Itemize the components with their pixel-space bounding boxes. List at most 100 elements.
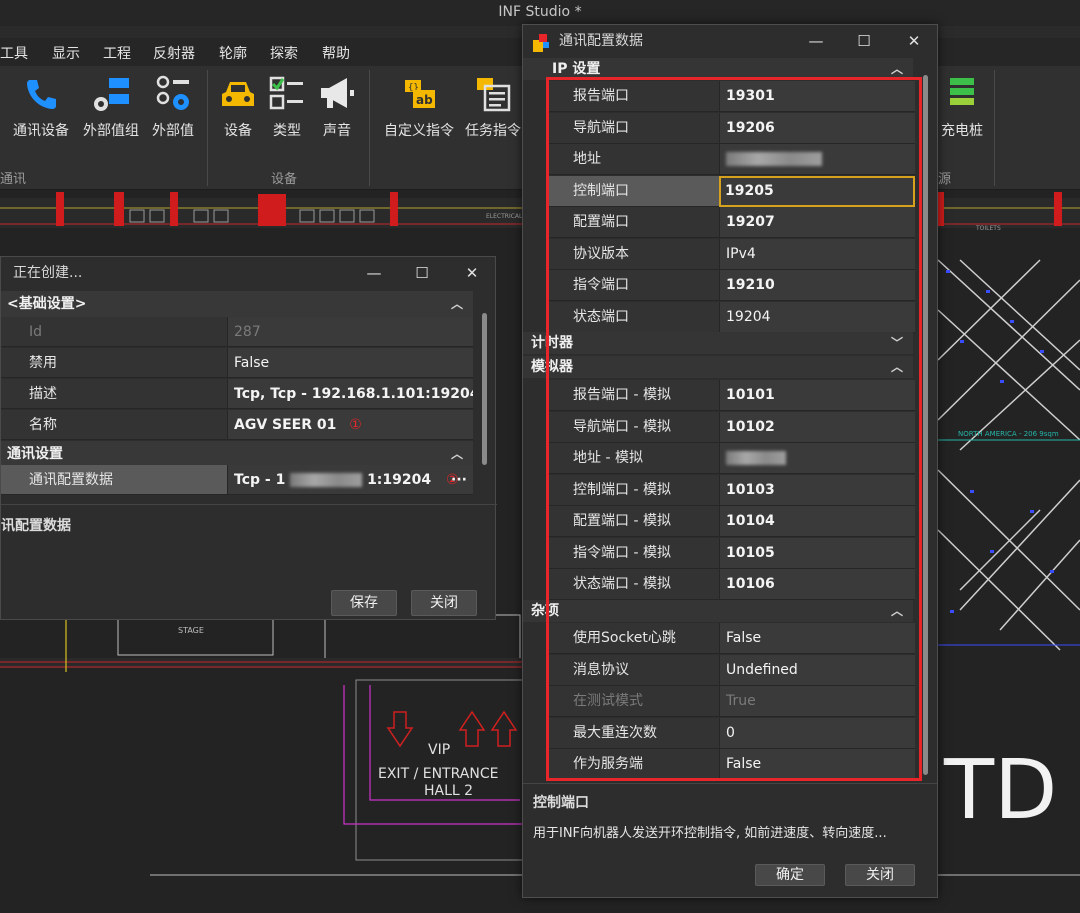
sim-property-row[interactable]: 配置端口 - 模拟 10104: [547, 506, 915, 537]
ip-property-row[interactable]: 导航端口 19206: [547, 112, 915, 144]
section-ip-title: IP 设置: [552, 61, 601, 77]
ip-property-row[interactable]: 地址: [547, 144, 915, 175]
redacted-address: [726, 152, 822, 166]
ribbon-comm-device-button[interactable]: 通讯设备: [8, 74, 74, 140]
comm-dialog-titlebar[interactable]: 通讯配置数据 — ☐ ✕: [523, 25, 937, 57]
save-button[interactable]: 保存: [331, 590, 397, 616]
section-comm-header[interactable]: 通讯设置 ︿: [1, 441, 473, 467]
minimize-icon[interactable]: —: [793, 25, 839, 57]
property-key: 指令端口 - 模拟: [547, 537, 719, 569]
sim-property-row[interactable]: 指令端口 - 模拟 10105: [547, 537, 915, 569]
chevron-down-icon[interactable]: ﹀: [891, 332, 903, 354]
property-value[interactable]: 19301: [719, 81, 915, 112]
property-value[interactable]: 19206: [719, 112, 915, 144]
close-icon[interactable]: ✕: [891, 25, 937, 57]
ip-property-row[interactable]: 状态端口 19204: [547, 301, 915, 333]
sim-property-row[interactable]: 控制端口 - 模拟 10103: [547, 474, 915, 506]
property-value[interactable]: 19210: [719, 270, 915, 301]
property-value[interactable]: False: [719, 623, 915, 654]
property-value[interactable]: True: [719, 686, 915, 717]
section-timer-header[interactable]: 计时器 ﹀: [523, 332, 913, 354]
sim-property-row[interactable]: 地址 - 模拟: [547, 443, 915, 474]
ip-property-row[interactable]: 指令端口 19210: [547, 270, 915, 301]
property-row-id[interactable]: Id 287: [1, 317, 473, 347]
property-value[interactable]: 10106: [719, 569, 915, 600]
sim-property-row[interactable]: 状态端口 - 模拟 10106: [547, 569, 915, 600]
misc-property-row[interactable]: 使用Socket心跳 False: [547, 623, 915, 654]
scrollbar-thumb[interactable]: [482, 313, 487, 465]
ribbon-charger-button[interactable]: 充电桩: [930, 74, 994, 140]
creating-dialog-titlebar[interactable]: 正在创建... — ☐ ✕: [1, 257, 495, 291]
menu-project[interactable]: 工程: [103, 43, 131, 63]
more-options-icon[interactable]: ···: [451, 465, 467, 494]
ribbon-value-group-button[interactable]: 外部值组: [78, 74, 144, 140]
property-key: 导航端口: [547, 112, 719, 144]
menu-tools[interactable]: 工具: [0, 43, 28, 63]
ip-property-row[interactable]: 控制端口 19205: [547, 175, 915, 207]
menu-explore[interactable]: 探索: [270, 43, 298, 63]
property-value[interactable]: 19205: [719, 175, 915, 207]
hall-label: HALL 2: [424, 783, 473, 799]
property-value[interactable]: 10105: [719, 537, 915, 569]
property-key: 使用Socket心跳: [547, 623, 719, 654]
section-ip-header[interactable]: IP 设置 ︿: [523, 58, 913, 80]
ribbon-sound-button[interactable]: 声音: [304, 74, 370, 140]
property-value[interactable]: Tcp, Tcp - 192.168.1.101:19204: [227, 379, 473, 409]
misc-property-row[interactable]: 在测试模式 True: [547, 686, 915, 717]
maximize-icon[interactable]: ☐: [399, 257, 445, 289]
property-value[interactable]: False: [227, 348, 473, 378]
ok-button[interactable]: 确定: [755, 864, 825, 886]
section-basic-header[interactable]: <基础设置> ︿: [1, 291, 473, 317]
minimize-icon[interactable]: —: [351, 257, 397, 289]
property-row-comm-config[interactable]: 通讯配置数据 Tcp - 1 1:19204 ② ···: [1, 465, 473, 495]
property-value[interactable]: [719, 144, 915, 175]
sim-property-row[interactable]: 导航端口 - 模拟 10102: [547, 411, 915, 443]
menu-contour[interactable]: 轮廓: [219, 43, 247, 63]
ip-property-row[interactable]: 报告端口 19301: [547, 81, 915, 112]
maximize-icon[interactable]: ☐: [841, 25, 887, 57]
section-sim-header[interactable]: 模拟器 ︿: [523, 356, 913, 378]
property-row-name[interactable]: 名称 AGV SEER 01 ①: [1, 410, 473, 440]
property-value[interactable]: IPv4: [719, 238, 915, 270]
menu-view[interactable]: 显示: [52, 43, 80, 63]
ribbon-separator: [994, 70, 995, 186]
property-value[interactable]: 10102: [719, 411, 915, 443]
property-value[interactable]: [719, 443, 915, 474]
menu-help[interactable]: 帮助: [322, 43, 350, 63]
misc-property-row[interactable]: 消息协议 Undefined: [547, 654, 915, 686]
property-value[interactable]: 10104: [719, 506, 915, 537]
section-misc-header[interactable]: 杂项 ︿: [523, 600, 913, 622]
property-value[interactable]: 10101: [719, 380, 915, 411]
chevron-up-icon[interactable]: ︿: [891, 600, 903, 622]
menu-reflector[interactable]: 反射器: [153, 43, 195, 63]
close-button[interactable]: 关闭: [845, 864, 915, 886]
property-value[interactable]: Tcp - 1 1:19204 ② ···: [227, 465, 473, 495]
ribbon-task-command-button[interactable]: 任务指令: [460, 74, 526, 140]
property-value[interactable]: 10103: [719, 474, 915, 506]
property-value[interactable]: AGV SEER 01 ①: [227, 410, 473, 440]
chevron-up-icon[interactable]: ︿: [891, 58, 903, 80]
property-value[interactable]: Undefined: [719, 654, 915, 686]
north-america-label: NORTH AMERICA - 206 9sqm: [958, 430, 1059, 438]
sim-property-row[interactable]: 报告端口 - 模拟 10101: [547, 380, 915, 411]
misc-property-row[interactable]: 作为服务端 False: [547, 749, 915, 780]
ribbon-custom-command-button[interactable]: {} ab 自定义指令: [384, 74, 454, 140]
misc-property-row[interactable]: 最大重连次数 0: [547, 717, 915, 749]
chevron-up-icon[interactable]: ︿: [451, 441, 463, 467]
ip-property-row[interactable]: 协议版本 IPv4: [547, 238, 915, 270]
scrollbar-thumb[interactable]: [923, 75, 928, 775]
property-key: 报告端口: [547, 81, 719, 112]
property-value[interactable]: False: [719, 749, 915, 780]
property-value[interactable]: 19204: [719, 301, 915, 333]
chevron-up-icon[interactable]: ︿: [891, 356, 903, 378]
property-value[interactable]: 0: [719, 717, 915, 749]
property-row-description[interactable]: 描述 Tcp, Tcp - 192.168.1.101:19204: [1, 379, 473, 409]
app-logo-icon: [533, 32, 551, 52]
close-button[interactable]: 关闭: [411, 590, 477, 616]
close-icon[interactable]: ✕: [449, 257, 495, 289]
chevron-up-icon[interactable]: ︿: [451, 291, 463, 317]
property-value[interactable]: 19207: [719, 207, 915, 238]
ribbon-external-value-button[interactable]: 外部值: [140, 74, 206, 140]
property-row-disabled[interactable]: 禁用 False: [1, 348, 473, 378]
ip-property-row[interactable]: 配置端口 19207: [547, 207, 915, 238]
